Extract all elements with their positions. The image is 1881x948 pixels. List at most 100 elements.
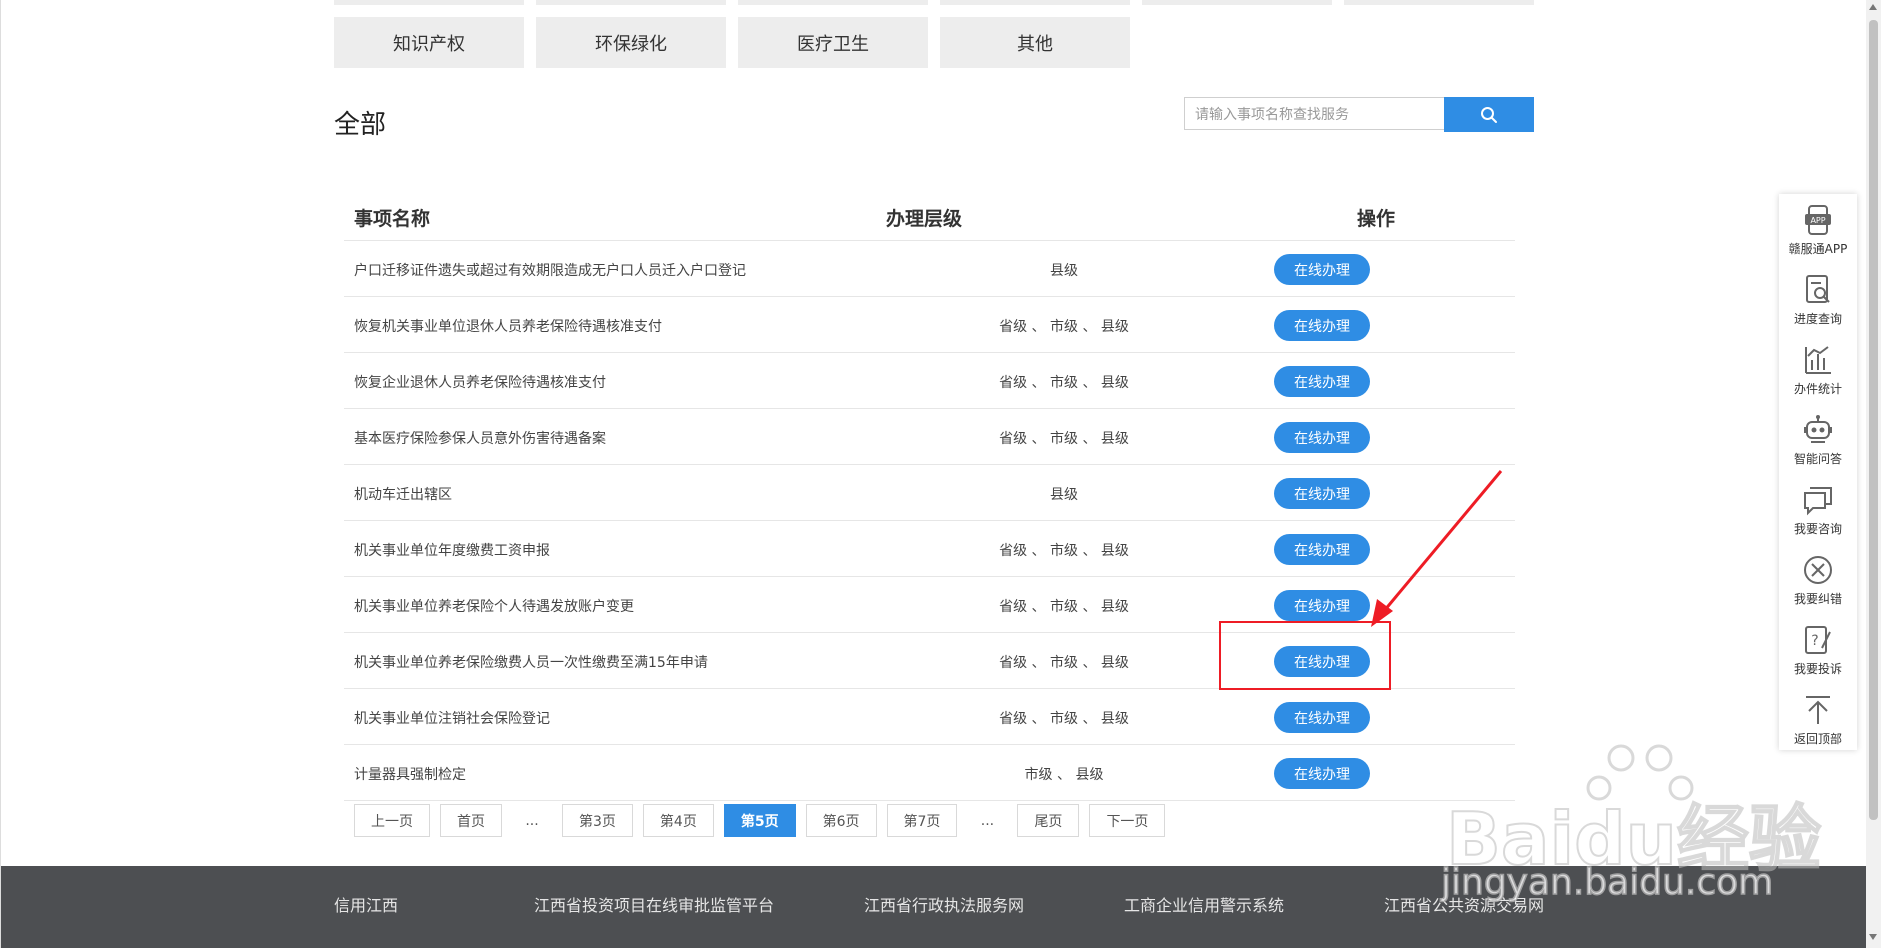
online-handle-button[interactable]: 在线办理 xyxy=(1274,758,1370,789)
table-row: 恢复企业退休人员养老保险待遇核准支付 省级 、 市级 、 县级 在线办理 xyxy=(344,353,1515,409)
page-5-button-active[interactable]: 第5页 xyxy=(723,804,796,837)
vertical-scrollbar[interactable] xyxy=(1866,0,1881,948)
category-stub xyxy=(334,0,524,5)
item-name: 机关事业单位养老保险缴费人员一次性缴费至满15年申请 xyxy=(354,655,708,671)
sidebar-item-statistics[interactable]: 办件统计 xyxy=(1779,344,1857,397)
online-handle-button[interactable]: 在线办理 xyxy=(1274,478,1370,509)
page: 知识产权 环保绿化 医疗卫生 其他 全部 请输入事项名称查找服务 事项名称 办理… xyxy=(0,0,1867,948)
category-row: 知识产权 环保绿化 医疗卫生 其他 xyxy=(334,17,1142,68)
footer-link-credit-warning[interactable]: 工商企业信用警示系统 xyxy=(1124,892,1284,916)
section-title: 全部 xyxy=(334,110,387,140)
floating-sidebar: APP 赣服通APP 进度查询 办件统计 智能问答 我要咨询 我要纠错 ? 我要… xyxy=(1779,194,1857,750)
category-stub xyxy=(1344,0,1534,5)
item-level: 县级 xyxy=(1050,263,1078,279)
search-input[interactable]: 请输入事项名称查找服务 xyxy=(1184,97,1444,130)
online-handle-button[interactable]: 在线办理 xyxy=(1274,534,1370,565)
category-other[interactable]: 其他 xyxy=(940,17,1130,68)
category-environment[interactable]: 环保绿化 xyxy=(536,17,726,68)
header-operation: 操作 xyxy=(1357,208,1396,230)
item-level: 省级 、 市级 、 县级 xyxy=(999,599,1129,615)
pager-ellipsis: ... xyxy=(525,812,539,829)
item-name: 机关事业单位注销社会保险登记 xyxy=(354,711,550,727)
item-name: 计量器具强制检定 xyxy=(354,767,466,783)
sidebar-label: 进度查询 xyxy=(1793,312,1842,326)
category-stub xyxy=(1142,0,1332,5)
back-to-top-icon xyxy=(1806,696,1830,724)
footer-link-law-enforcement[interactable]: 江西省行政执法服务网 xyxy=(864,892,1024,916)
header-level: 办理层级 xyxy=(886,208,963,230)
item-level: 省级 、 市级 、 县级 xyxy=(999,431,1129,447)
pager-ellipsis: ... xyxy=(980,812,995,829)
svg-text:?: ? xyxy=(1811,633,1818,649)
scroll-up-arrow[interactable] xyxy=(1869,4,1877,10)
online-handle-button[interactable]: 在线办理 xyxy=(1274,366,1370,397)
svg-text:APP: APP xyxy=(1810,216,1825,225)
category-row-previous xyxy=(334,0,1534,6)
prev-page-button[interactable]: 上一页 xyxy=(354,804,430,837)
sidebar-label: 办件统计 xyxy=(1793,382,1842,396)
item-name: 机动车迁出辖区 xyxy=(354,487,452,503)
page-6-button[interactable]: 第6页 xyxy=(805,804,877,837)
search-box: 请输入事项名称查找服务 xyxy=(1184,97,1534,132)
table-row: 恢复机关事业单位退休人员养老保险待遇核准支付 省级 、 市级 、 县级 在线办理 xyxy=(344,297,1515,353)
error-correct-icon xyxy=(1804,556,1832,584)
sidebar-item-app[interactable]: APP 赣服通APP xyxy=(1779,204,1857,257)
item-level: 省级 、 市级 、 县级 xyxy=(999,543,1129,559)
item-name: 基本医疗保险参保人员意外伤害待遇备案 xyxy=(354,431,606,447)
next-page-button[interactable]: 下一页 xyxy=(1089,804,1166,837)
last-page-button[interactable]: 尾页 xyxy=(1017,804,1080,837)
online-handle-button[interactable]: 在线办理 xyxy=(1274,254,1370,285)
search-button[interactable] xyxy=(1444,97,1534,132)
sidebar-label: 智能问答 xyxy=(1793,452,1842,466)
table-row: 基本医疗保险参保人员意外伤害待遇备案 省级 、 市级 、 县级 在线办理 xyxy=(344,409,1515,465)
first-page-button[interactable]: 首页 xyxy=(440,804,502,837)
item-name: 恢复企业退休人员养老保险待遇核准支付 xyxy=(354,375,606,391)
sidebar-label: 我要投诉 xyxy=(1793,662,1842,676)
watermark-url: jingyan.baidu.com xyxy=(1440,861,1774,904)
item-name: 恢复机关事业单位退休人员养老保险待遇核准支付 xyxy=(354,319,662,335)
footer-link-investment-platform[interactable]: 江西省投资项目在线审批监管平台 xyxy=(534,892,774,916)
category-stub xyxy=(536,0,726,5)
robot-icon xyxy=(1804,415,1832,443)
sidebar-label: 我要纠错 xyxy=(1793,592,1842,606)
services-table: 事项名称 办理层级 操作 户口迁移证件遗失或超过有效期限造成无户口人员迁入户口登… xyxy=(344,190,1515,801)
item-name: 机关事业单位年度缴费工资申报 xyxy=(354,543,550,559)
sidebar-item-correct[interactable]: 我要纠错 xyxy=(1779,554,1857,607)
search-icon xyxy=(1481,106,1497,123)
item-level: 省级 、 市级 、 县级 xyxy=(999,319,1129,335)
sidebar-label: 我要咨询 xyxy=(1793,522,1842,536)
table-row: 机动车迁出辖区 县级 在线办理 xyxy=(344,465,1515,521)
category-medical[interactable]: 医疗卫生 xyxy=(738,17,928,68)
sidebar-item-complaint[interactable]: ? 我要投诉 xyxy=(1779,624,1857,677)
sidebar-item-consult[interactable]: 我要咨询 xyxy=(1779,484,1857,537)
item-name: 户口迁移证件遗失或超过有效期限造成无户口人员迁入户口登记 xyxy=(354,263,746,279)
header-name: 事项名称 xyxy=(354,208,431,230)
online-handle-button[interactable]: 在线办理 xyxy=(1274,310,1370,341)
complaint-icon: ? xyxy=(1805,626,1831,654)
category-stub xyxy=(940,0,1130,5)
sidebar-item-progress[interactable]: 进度查询 xyxy=(1779,274,1857,327)
online-handle-button[interactable]: 在线办理 xyxy=(1274,702,1370,733)
category-stub xyxy=(738,0,928,5)
item-level: 省级 、 市级 、 县级 xyxy=(999,711,1129,727)
footer-link-credit-jiangxi[interactable]: 信用江西 xyxy=(334,892,398,916)
online-handle-button[interactable]: 在线办理 xyxy=(1274,590,1370,621)
chat-icon xyxy=(1804,487,1832,516)
progress-query-icon xyxy=(1806,275,1830,303)
page-4-button[interactable]: 第4页 xyxy=(642,804,714,837)
item-level: 市级 、 县级 xyxy=(1024,767,1104,783)
sidebar-item-smart-qa[interactable]: 智能问答 xyxy=(1779,414,1857,467)
page-3-button[interactable]: 第3页 xyxy=(562,804,633,837)
online-handle-button[interactable]: 在线办理 xyxy=(1274,422,1370,453)
page-7-button[interactable]: 第7页 xyxy=(886,804,958,837)
table-row: 计量器具强制检定 市级 、 县级 在线办理 xyxy=(344,745,1515,801)
scrollbar-thumb[interactable] xyxy=(1869,20,1878,820)
sidebar-label: 赣服通APP xyxy=(1788,242,1848,256)
app-icon: APP xyxy=(1805,205,1831,235)
pagination: 上一页 首页 ... 第3页 第4页 第5页 第6页 第7页 ... 尾页 下一… xyxy=(354,804,1175,837)
category-intellectual-property[interactable]: 知识产权 xyxy=(334,17,524,68)
table-row: 户口迁移证件遗失或超过有效期限造成无户口人员迁入户口登记 县级 在线办理 xyxy=(344,241,1515,297)
item-level: 县级 xyxy=(1050,487,1078,503)
scroll-down-arrow[interactable] xyxy=(1869,934,1877,940)
table-header: 事项名称 办理层级 操作 xyxy=(344,190,1515,241)
